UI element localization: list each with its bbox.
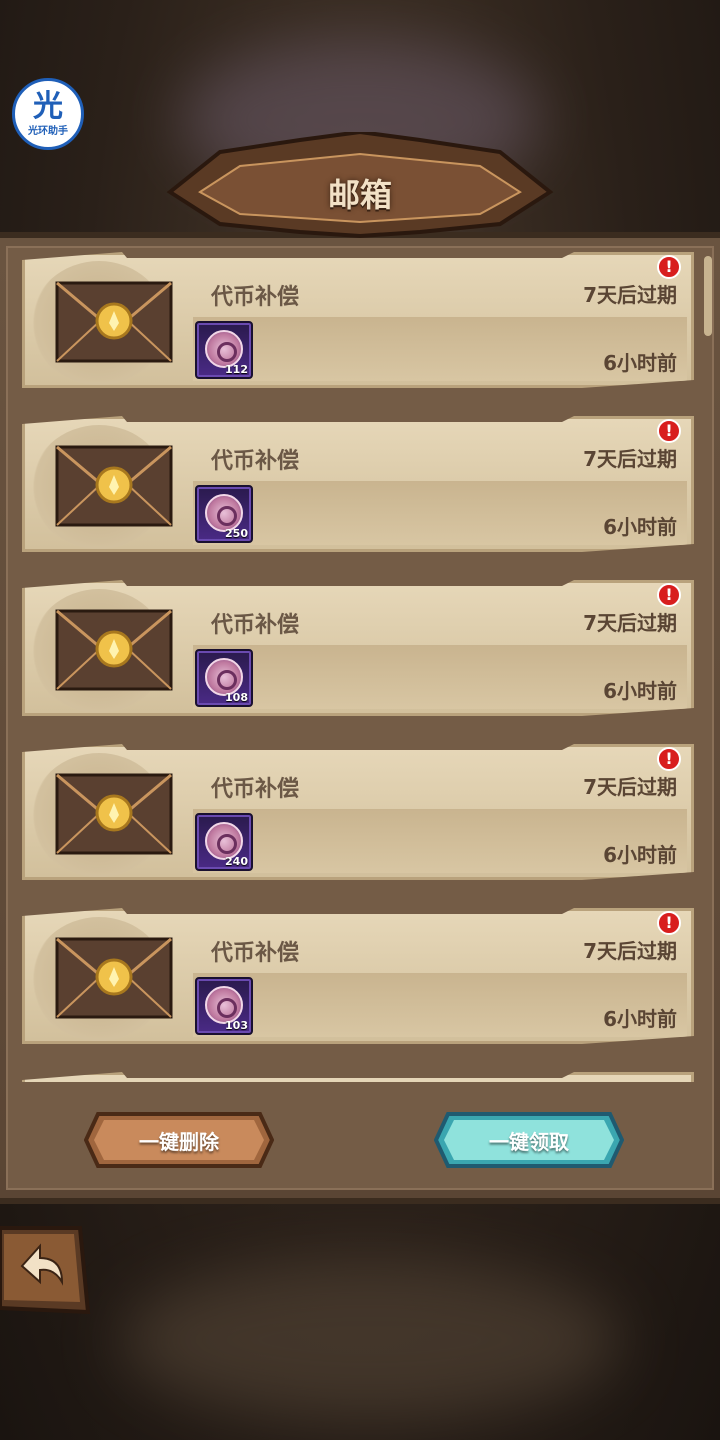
reward-item-slot[interactable]: 103	[195, 977, 253, 1035]
alert-icon: !	[657, 255, 681, 279]
watermark-logo-text: 光环助手	[28, 125, 68, 137]
mail-time: 6小时前	[603, 351, 677, 375]
claim-all-label: 一键领取	[489, 1129, 569, 1154]
watermark-logo-char: 光	[33, 88, 63, 124]
delete-all-label: 一键删除	[139, 1129, 219, 1154]
page-title: 邮箱	[327, 176, 392, 214]
mail-title: 代币补偿	[211, 777, 300, 802]
alert-icon: !	[657, 747, 681, 771]
alert-icon: !	[657, 419, 681, 443]
app-watermark-badge: 光 光环助手	[12, 78, 84, 150]
envelope-icon	[55, 773, 173, 855]
mail-time: 6小时前	[603, 843, 677, 867]
title-plaque: 邮箱	[160, 132, 560, 242]
alert-icon: !	[657, 583, 681, 607]
mail-expire: 7天后过期	[583, 283, 677, 307]
reward-item-slot[interactable]: 240	[195, 813, 253, 871]
alert-icon: !	[657, 911, 681, 935]
reward-quantity: 112	[225, 363, 248, 376]
reward-quantity: 103	[225, 1019, 248, 1032]
reward-quantity: 250	[225, 527, 248, 540]
mail-title: 代币补偿	[211, 613, 300, 638]
back-button[interactable]	[0, 1222, 92, 1315]
reward-item-slot[interactable]: 250	[195, 485, 253, 543]
reward-quantity: 108	[225, 691, 248, 704]
reward-item-slot[interactable]: 112	[195, 321, 253, 379]
mail-item[interactable]: 代币补偿 7天后过期 6小时前 ! 103	[22, 908, 694, 1044]
mail-expire: 7天后过期	[583, 447, 677, 471]
mail-time: 6小时前	[603, 1007, 677, 1031]
mail-list-scrollbar[interactable]	[704, 256, 712, 336]
back-arrow-icon	[0, 1226, 91, 1315]
mail-time: 6小时前	[603, 515, 677, 539]
mail-item[interactable]: 代币补偿 7天后过期 6小时前 ! 108	[22, 580, 694, 716]
mail-title: 代币补偿	[211, 941, 300, 966]
claim-all-button[interactable]: 一键领取	[434, 1110, 624, 1170]
mail-title: 代币补偿	[211, 449, 300, 474]
mail-item-partial[interactable]	[22, 1072, 694, 1082]
reward-item-slot[interactable]: 108	[195, 649, 253, 707]
envelope-icon	[55, 445, 173, 527]
envelope-icon	[55, 937, 173, 1019]
mail-item[interactable]: 代币补偿 7天后过期 6小时前 ! 250	[22, 416, 694, 552]
envelope-icon	[55, 609, 173, 691]
reward-quantity: 240	[225, 855, 248, 868]
mail-expire: 7天后过期	[583, 775, 677, 799]
mail-expire: 7天后过期	[583, 939, 677, 963]
mail-item[interactable]: 代币补偿 7天后过期 6小时前 ! 112	[22, 252, 694, 388]
mail-item[interactable]: 代币补偿 7天后过期 6小时前 ! 240	[22, 744, 694, 880]
mail-expire: 7天后过期	[583, 611, 677, 635]
delete-all-button[interactable]: 一键删除	[84, 1110, 274, 1170]
background-blur	[120, 1260, 620, 1420]
mail-time: 6小时前	[603, 679, 677, 703]
mail-list[interactable]: 代币补偿 7天后过期 6小时前 ! 112 代币补偿 7天后过期 6小时前 ! …	[22, 252, 694, 1082]
envelope-icon	[55, 281, 173, 363]
mail-title: 代币补偿	[211, 285, 300, 310]
